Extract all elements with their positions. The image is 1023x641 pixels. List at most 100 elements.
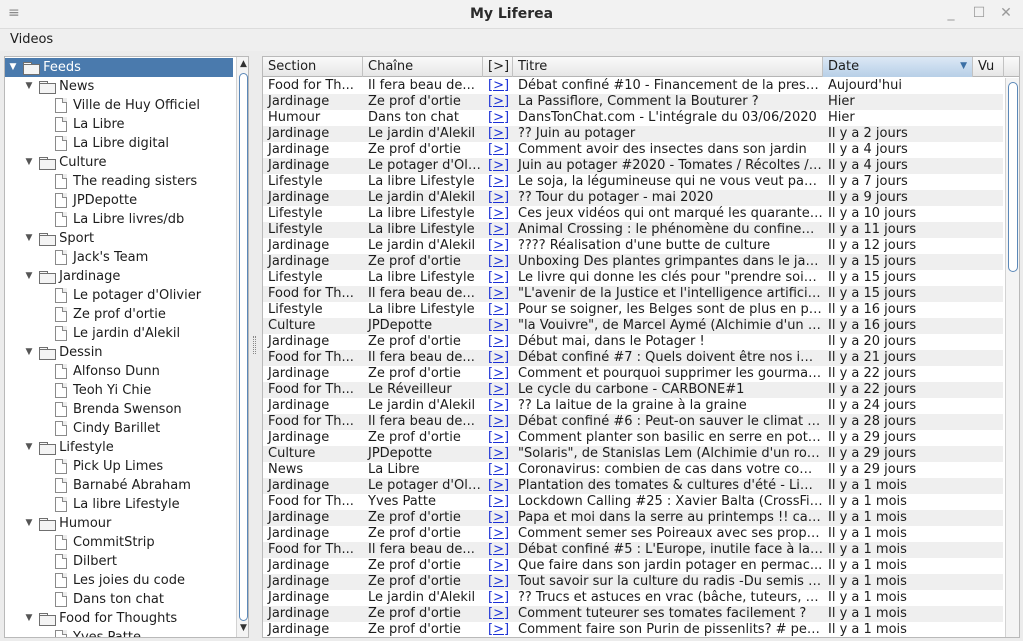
table-row[interactable]: Jardinage Le jardin d'Alekil [>] ???? Réali… <box>263 238 1003 254</box>
table-row[interactable]: Lifestyle La libre Lifestyle [>] Le soja, l… <box>263 174 1003 190</box>
tree-feed-item[interactable]: La Libre digital <box>55 134 169 153</box>
table-row[interactable]: Culture JPDepotte [>] "la Vouivre", de Marc… <box>263 318 1003 334</box>
tree-feed-item[interactable]: Le jardin d'Alekil <box>55 324 180 343</box>
tree-folder-culture[interactable]: ▼ Culture <box>23 153 107 172</box>
table-row[interactable]: Jardinage Ze prof d'ortie [>] La Passiflore… <box>263 94 1003 110</box>
feed-tree[interactable]: ▼ Feeds ▼ News Ville de Huy Officiel La Lib… <box>4 56 249 638</box>
table-row[interactable]: Humour Dans ton chat [>] DansTonChat.com - … <box>263 110 1003 126</box>
tree-feed-item[interactable]: La Libre <box>55 115 125 134</box>
cell-link[interactable]: [>] <box>483 142 513 158</box>
tree-feed-item[interactable]: Alfonso Dunn <box>55 362 160 381</box>
cell-link[interactable]: [>] <box>483 158 513 174</box>
table-row[interactable]: Food for Th... Il fera beau de... [>] Débat… <box>263 414 1003 430</box>
cell-link[interactable]: [>] <box>483 270 513 286</box>
tree-folder-humour[interactable]: ▼ Humour <box>23 514 112 533</box>
column-header-chaine[interactable]: Chaîne <box>363 57 483 77</box>
table-row[interactable]: Food for Th... Il fera beau de... [>] Débat… <box>263 78 1003 94</box>
cell-link[interactable]: [>] <box>483 206 513 222</box>
cell-link[interactable]: [>] <box>483 574 513 590</box>
expand-toggle-icon[interactable]: ▼ <box>23 343 35 362</box>
column-header-link[interactable]: [>] <box>483 57 513 77</box>
tree-scrollbar[interactable]: ▲ ▼ <box>236 57 248 637</box>
table-row[interactable]: Jardinage Ze prof d'ortie [>] Comment semer… <box>263 526 1003 542</box>
table-row[interactable]: Food for Th... Yves Patte [>] Lockdown Call… <box>263 494 1003 510</box>
column-header-date[interactable]: Date ▼ <box>823 57 973 77</box>
cell-link[interactable]: [>] <box>483 494 513 510</box>
cell-link[interactable]: [>] <box>483 366 513 382</box>
table-row[interactable]: Jardinage Ze prof d'ortie [>] Début mai, da… <box>263 334 1003 350</box>
table-row[interactable]: Food for Th... Il fera beau de... [>] Débat… <box>263 542 1003 558</box>
cell-link[interactable]: [>] <box>483 542 513 558</box>
expand-toggle-icon[interactable]: ▼ <box>23 438 35 457</box>
tree-feed-item[interactable]: Dans ton chat <box>55 590 164 609</box>
table-row[interactable]: Jardinage Ze prof d'ortie [>] Comment plant… <box>263 430 1003 446</box>
tree-scroll-thumb[interactable] <box>239 73 248 621</box>
expand-toggle-icon[interactable]: ▼ <box>23 514 35 533</box>
expand-toggle-icon[interactable]: ▼ <box>23 77 35 96</box>
tree-feed-item[interactable]: JPDepotte <box>55 191 137 210</box>
cell-link[interactable]: [>] <box>483 510 513 526</box>
table-row[interactable]: Jardinage Ze prof d'ortie [>] Papa et moi d… <box>263 510 1003 526</box>
tree-feed-item[interactable]: La libre Lifestyle <box>55 495 180 514</box>
tree-feed-item[interactable]: Ville de Huy Officiel <box>55 96 200 115</box>
cell-link[interactable]: [>] <box>483 110 513 126</box>
tree-feed-item[interactable]: Cindy Barillet <box>55 419 160 438</box>
table-row[interactable]: Jardinage Le potager d'Oli... [>] Juin au p… <box>263 158 1003 174</box>
table-scroll-thumb[interactable] <box>1008 82 1018 272</box>
tree-feed-item[interactable]: Teoh Yi Chie <box>55 381 151 400</box>
expand-toggle-icon[interactable]: ▼ <box>7 58 19 77</box>
tree-folder-food-for-thoughts[interactable]: ▼ Food for Thoughts <box>23 609 178 628</box>
expand-toggle-icon[interactable]: ▼ <box>23 267 35 286</box>
table-scrollbar[interactable] <box>1005 78 1019 637</box>
cell-link[interactable]: [>] <box>483 238 513 254</box>
tree-feed-item[interactable]: Yves Patte <box>55 628 141 637</box>
cell-link[interactable]: [>] <box>483 622 513 637</box>
cell-link[interactable]: [>] <box>483 94 513 110</box>
cell-link[interactable]: [>] <box>483 558 513 574</box>
table-row[interactable]: Jardinage Ze prof d'ortie [>] Comment tuteu… <box>263 606 1003 622</box>
tree-feed-item[interactable]: Ze prof d'ortie <box>55 305 166 324</box>
table-row[interactable]: Food for Th... Il fera beau de... [>] Débat… <box>263 350 1003 366</box>
splitter-grip[interactable] <box>253 336 256 354</box>
cell-link[interactable]: [>] <box>483 590 513 606</box>
cell-link[interactable]: [>] <box>483 174 513 190</box>
tree-folder-jardinage[interactable]: ▼ Jardinage <box>23 267 121 286</box>
cell-link[interactable]: [>] <box>483 286 513 302</box>
cell-link[interactable]: [>] <box>483 126 513 142</box>
column-header-titre[interactable]: Titre <box>513 57 823 77</box>
column-header-section[interactable]: Section <box>263 57 363 77</box>
tree-feed-item[interactable]: The reading sisters <box>55 172 197 191</box>
maximize-icon[interactable]: ☐ <box>971 5 987 21</box>
scroll-up-icon[interactable]: ▲ <box>237 58 248 71</box>
table-row[interactable]: Jardinage Ze prof d'ortie [>] Que faire dan… <box>263 558 1003 574</box>
cell-link[interactable]: [>] <box>483 222 513 238</box>
pane-splitter[interactable] <box>251 56 258 638</box>
table-row[interactable]: Jardinage Ze prof d'ortie [>] Comment avoir… <box>263 142 1003 158</box>
menu-videos[interactable]: Videos <box>10 32 53 47</box>
close-icon[interactable]: ✕ <box>998 5 1014 21</box>
table-row[interactable]: Culture JPDepotte [>] "Solaris", de Stanisl… <box>263 446 1003 462</box>
expand-toggle-icon[interactable]: ▼ <box>23 153 35 172</box>
tree-folder-dessin[interactable]: ▼ Dessin <box>23 343 103 362</box>
table-row[interactable]: News La Libre [>] Coronavirus: combien de c… <box>263 462 1003 478</box>
expand-toggle-icon[interactable]: ▼ <box>23 229 35 248</box>
tree-feed-item[interactable]: Barnabé Abraham <box>55 476 191 495</box>
table-row[interactable]: Jardinage Ze prof d'ortie [>] Tout savoir s… <box>263 574 1003 590</box>
table-row[interactable]: Jardinage Le jardin d'Alekil [>] ?? La lait… <box>263 398 1003 414</box>
cell-link[interactable]: [>] <box>483 430 513 446</box>
tree-feed-item[interactable]: Le potager d'Olivier <box>55 286 201 305</box>
cell-link[interactable]: [>] <box>483 462 513 478</box>
minimize-icon[interactable]: _ <box>943 5 959 21</box>
tree-feed-item[interactable]: Brenda Swenson <box>55 400 182 419</box>
cell-link[interactable]: [>] <box>483 446 513 462</box>
cell-link[interactable]: [>] <box>483 190 513 206</box>
tree-folder-sport[interactable]: ▼ Sport <box>23 229 95 248</box>
tree-root-feeds[interactable]: ▼ Feeds <box>5 58 233 77</box>
expand-toggle-icon[interactable]: ▼ <box>23 609 35 628</box>
tree-feed-item[interactable]: Dilbert <box>55 552 117 571</box>
table-row[interactable]: Lifestyle La libre Lifestyle [>] Animal Cro… <box>263 222 1003 238</box>
cell-link[interactable]: [>] <box>483 350 513 366</box>
item-table[interactable]: Section Chaîne [>] Titre Date ▼ Vu Food for Th… <box>262 56 1020 638</box>
table-row[interactable]: Food for Th... Le Réveilleur [>] Le cycle d… <box>263 382 1003 398</box>
cell-link[interactable]: [>] <box>483 414 513 430</box>
